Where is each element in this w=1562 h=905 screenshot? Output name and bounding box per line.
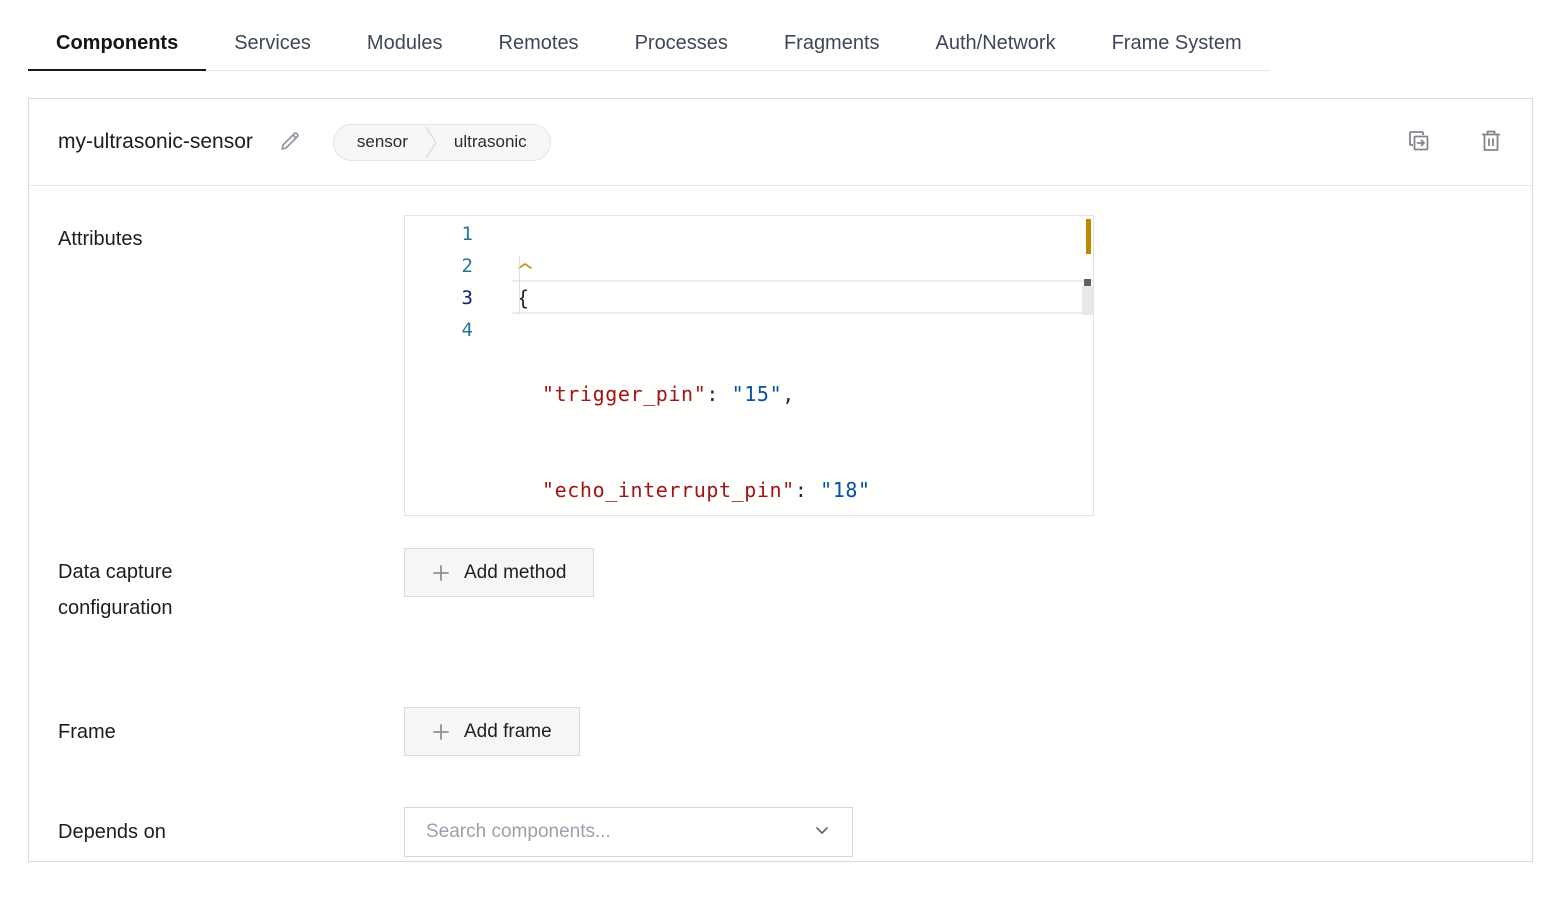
line-number-active: 3 xyxy=(405,282,517,314)
trash-icon xyxy=(1479,128,1503,157)
component-card-header: my-ultrasonic-sensor sensor ultrasonic xyxy=(29,99,1532,186)
code-line: "echo_interrupt_pin": "18" xyxy=(517,474,1077,506)
duplicate-icon xyxy=(1406,128,1432,157)
duplicate-button[interactable] xyxy=(1406,128,1432,157)
plus-icon xyxy=(432,564,450,582)
component-model: ultrasonic xyxy=(438,132,550,152)
card-actions xyxy=(1406,128,1503,157)
editor-line-numbers: 1 2 3 4 xyxy=(405,218,517,346)
attributes-label: Attributes xyxy=(58,215,404,257)
line-number: 1 xyxy=(405,218,517,250)
edit-name-button[interactable] xyxy=(278,129,302,156)
data-capture-row: Data capture configuration Add method xyxy=(58,548,1503,626)
line-number: 2 xyxy=(405,250,517,282)
overview-ruler-warning-marker xyxy=(1086,219,1091,254)
tab-label: Auth/Network xyxy=(936,32,1056,55)
code-line: "trigger_pin": "15", xyxy=(517,378,1077,410)
chevron-right-icon xyxy=(424,124,438,161)
tab-label: Frame System xyxy=(1112,32,1242,55)
add-method-label: Add method xyxy=(464,562,566,584)
editor-scrollbar-thumb[interactable] xyxy=(1082,286,1093,315)
line-number: 4 xyxy=(405,314,517,346)
tab-components[interactable]: Components xyxy=(28,17,206,71)
component-name: my-ultrasonic-sensor xyxy=(58,130,253,154)
tab-modules[interactable]: Modules xyxy=(339,17,471,71)
depends-on-label: Depends on xyxy=(58,814,404,850)
tab-label: Processes xyxy=(635,32,728,55)
component-card-body: Attributes 1 2 3 4 { "trigger_pin": "15"… xyxy=(29,215,1532,857)
delete-button[interactable] xyxy=(1479,128,1503,157)
frame-label: Frame xyxy=(58,714,404,750)
code-line: { xyxy=(517,282,1077,314)
depends-on-select[interactable]: Search components... xyxy=(404,807,853,857)
editor-code: { "trigger_pin": "15", "echo_interrupt_p… xyxy=(517,218,1077,516)
tab-label: Modules xyxy=(367,32,443,55)
chevron-down-icon xyxy=(813,821,831,844)
data-capture-label: Data capture configuration xyxy=(58,548,404,626)
add-frame-label: Add frame xyxy=(464,721,552,743)
depends-on-row: Depends on Search components... xyxy=(58,807,1503,857)
tab-auth-network[interactable]: Auth/Network xyxy=(908,17,1084,71)
attributes-json-editor[interactable]: 1 2 3 4 { "trigger_pin": "15", "echo_int… xyxy=(404,215,1094,516)
attributes-row: Attributes 1 2 3 4 { "trigger_pin": "15"… xyxy=(58,215,1503,516)
config-tab-bar: Components Services Modules Remotes Proc… xyxy=(0,17,1562,71)
tab-fragments[interactable]: Fragments xyxy=(756,17,908,71)
tab-label: Components xyxy=(56,32,178,55)
tab-processes[interactable]: Processes xyxy=(607,17,756,71)
editor-indent-guide xyxy=(519,256,520,314)
tab-label: Remotes xyxy=(499,32,579,55)
component-type: sensor xyxy=(334,132,424,152)
overview-ruler-cursor-marker xyxy=(1084,279,1091,286)
tab-services[interactable]: Services xyxy=(206,17,339,71)
plus-icon xyxy=(432,723,450,741)
component-card: my-ultrasonic-sensor sensor ultrasonic xyxy=(28,98,1533,862)
component-type-badge: sensor ultrasonic xyxy=(333,124,551,161)
add-frame-button[interactable]: Add frame xyxy=(404,707,580,756)
tab-frame-system[interactable]: Frame System xyxy=(1084,17,1270,71)
depends-on-placeholder: Search components... xyxy=(426,821,813,843)
tab-remotes[interactable]: Remotes xyxy=(471,17,607,71)
pencil-icon xyxy=(278,129,302,156)
tab-label: Fragments xyxy=(784,32,880,55)
frame-row: Frame Add frame xyxy=(58,707,1503,756)
tab-label: Services xyxy=(234,32,311,55)
add-method-button[interactable]: Add method xyxy=(404,548,594,597)
